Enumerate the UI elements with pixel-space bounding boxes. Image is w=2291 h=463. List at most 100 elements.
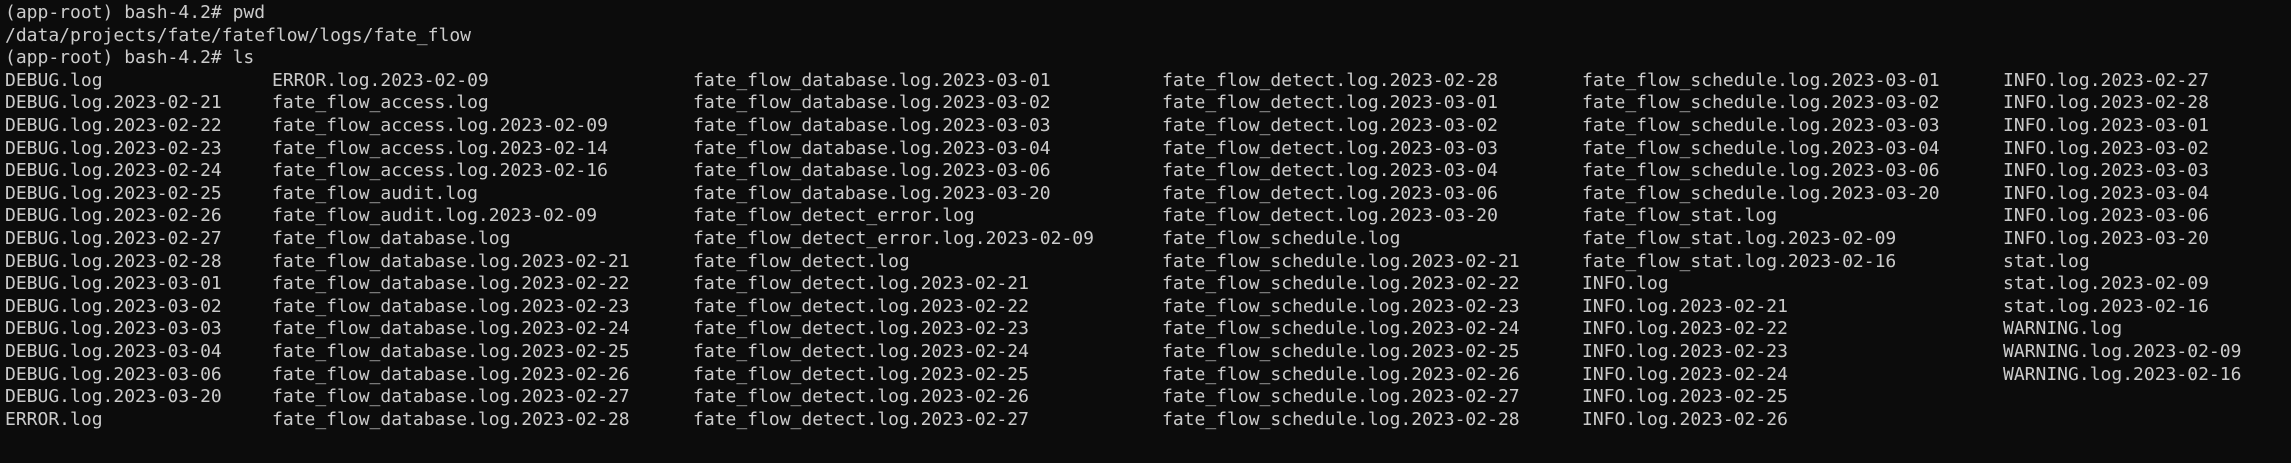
- file-name: DEBUG.log.2023-03-06: [5, 363, 222, 385]
- file-name: fate_flow_schedule.log: [1162, 227, 1401, 249]
- file-name: fate_flow_schedule.log.2023-03-02: [1582, 92, 1940, 114]
- file-name: fate_flow_database.log.2023-02-28: [272, 408, 630, 430]
- file-name: fate_flow_database.log: [272, 227, 511, 249]
- file-name: fate_flow_schedule.log.2023-02-26: [1162, 363, 1520, 385]
- file-name: fate_flow_database.log.2023-03-06: [693, 160, 1051, 182]
- file-name: fate_flow_detect.log.2023-02-21: [693, 273, 1029, 295]
- file-name: fate_flow_database.log.2023-03-01: [693, 69, 1051, 91]
- ls-row: DEBUG.log ERROR.log.2023-02-09 fate_flow_d…: [5, 70, 2291, 93]
- file-name: fate_flow_access.log.2023-02-16: [272, 160, 608, 182]
- file-name: INFO.log.2023-03-06: [2003, 205, 2209, 227]
- file-name: fate_flow_schedule.log.2023-02-22: [1162, 273, 1520, 295]
- file-name: DEBUG.log.2023-02-23: [5, 137, 222, 159]
- file-name: fate_flow_detect.log.2023-03-04: [1162, 160, 1498, 182]
- ls-row: DEBUG.log.2023-02-26 fate_flow_audit.log.…: [5, 205, 2291, 228]
- ls-row: DEBUG.log.2023-03-06 fate_flow_database.l…: [5, 364, 2291, 387]
- file-name: fate_flow_database.log.2023-03-04: [693, 137, 1051, 159]
- ls-row: DEBUG.log.2023-03-04 fate_flow_database.l…: [5, 341, 2291, 364]
- file-name: INFO.log.2023-03-20: [2003, 227, 2209, 249]
- file-name: DEBUG.log.2023-02-21: [5, 92, 222, 114]
- file-name: INFO.log: [1582, 273, 1669, 295]
- file-name: fate_flow_detect.log.2023-02-22: [693, 295, 1029, 317]
- file-name: INFO.log.2023-03-01: [2003, 114, 2209, 136]
- output-working-directory: /data/projects/fate/fateflow/logs/fate_f…: [5, 24, 471, 46]
- file-name: DEBUG.log.2023-02-27: [5, 227, 222, 249]
- file-name: fate_flow_detect.log.2023-02-24: [693, 340, 1029, 362]
- file-name: DEBUG.log.2023-02-25: [5, 182, 222, 204]
- file-name: fate_flow_detect.log.2023-02-28: [1162, 69, 1498, 91]
- file-name: fate_flow_schedule.log.2023-03-04: [1582, 137, 1940, 159]
- file-name: stat.log.2023-02-09: [2003, 273, 2209, 295]
- file-name: stat.log: [2003, 250, 2090, 272]
- file-name: fate_flow_detect.log.2023-02-23: [693, 318, 1029, 340]
- file-name: fate_flow_schedule.log.2023-02-25: [1162, 340, 1520, 362]
- file-name: DEBUG.log.2023-02-24: [5, 160, 222, 182]
- file-name: fate_flow_stat.log: [1582, 205, 1778, 227]
- file-name: DEBUG.log: [5, 69, 103, 91]
- file-name: fate_flow_access.log.2023-02-09: [272, 114, 608, 136]
- file-name: fate_flow_database.log.2023-02-23: [272, 295, 630, 317]
- file-name: INFO.log.2023-02-22: [1582, 318, 1788, 340]
- ls-row: DEBUG.log.2023-03-01 fate_flow_database.l…: [5, 273, 2291, 296]
- file-name: DEBUG.log.2023-02-26: [5, 205, 222, 227]
- file-name: DEBUG.log.2023-03-03: [5, 318, 222, 340]
- file-name: fate_flow_schedule.log.2023-02-23: [1162, 295, 1520, 317]
- file-name: DEBUG.log.2023-03-20: [5, 386, 222, 408]
- prompt-line-ls: (app-root) bash-4.2# ls: [5, 47, 255, 69]
- file-name: INFO.log.2023-02-23: [1582, 340, 1788, 362]
- file-name: fate_flow_detect.log.2023-03-20: [1162, 205, 1498, 227]
- file-name: fate_flow_detect_error.log.2023-02-09: [693, 227, 1094, 249]
- file-name: fate_flow_schedule.log.2023-02-28: [1162, 408, 1520, 430]
- file-name: fate_flow_stat.log.2023-02-16: [1582, 250, 1897, 272]
- file-name: fate_flow_schedule.log.2023-03-01: [1582, 69, 1940, 91]
- prompt-line-pwd: (app-root) bash-4.2# pwd: [5, 2, 266, 23]
- file-name: fate_flow_stat.log.2023-02-09: [1582, 227, 1897, 249]
- file-name: DEBUG.log.2023-02-22: [5, 114, 222, 136]
- file-name: fate_flow_audit.log: [272, 182, 478, 204]
- ls-row: DEBUG.log.2023-02-23 fate_flow_access.log…: [5, 138, 2291, 161]
- file-name: fate_flow_detect_error.log: [693, 205, 975, 227]
- file-name: fate_flow_detect.log.2023-02-26: [693, 386, 1029, 408]
- ls-row: DEBUG.log.2023-03-02 fate_flow_database.l…: [5, 296, 2291, 319]
- file-name: fate_flow_detect.log: [693, 250, 910, 272]
- ls-row: DEBUG.log.2023-02-27 fate_flow_database.l…: [5, 228, 2291, 251]
- file-name: DEBUG.log.2023-02-28: [5, 250, 222, 272]
- file-name: ERROR.log: [5, 408, 103, 430]
- file-name: fate_flow_database.log.2023-03-02: [693, 92, 1051, 114]
- file-name: fate_flow_detect.log.2023-03-01: [1162, 92, 1498, 114]
- file-name: fate_flow_access.log: [272, 92, 489, 114]
- file-name: DEBUG.log.2023-03-02: [5, 295, 222, 317]
- file-name: fate_flow_detect.log.2023-02-27: [693, 408, 1029, 430]
- file-name: fate_flow_detect.log.2023-03-06: [1162, 182, 1498, 204]
- ls-row: DEBUG.log.2023-03-03 fate_flow_database.l…: [5, 318, 2291, 341]
- ls-row: DEBUG.log.2023-02-28 fate_flow_database.l…: [5, 251, 2291, 274]
- file-name: fate_flow_database.log.2023-02-25: [272, 340, 630, 362]
- file-name: INFO.log.2023-03-04: [2003, 182, 2209, 204]
- file-name: fate_flow_database.log.2023-02-24: [272, 318, 630, 340]
- file-name: fate_flow_database.log.2023-03-03: [693, 114, 1051, 136]
- file-name: fate_flow_database.log.2023-02-27: [272, 386, 630, 408]
- file-name: WARNING.log.2023-02-16: [2003, 363, 2242, 385]
- file-name: fate_flow_detect.log.2023-02-25: [693, 363, 1029, 385]
- file-name: ERROR.log.2023-02-09: [272, 69, 489, 91]
- file-name: INFO.log.2023-02-27: [2003, 69, 2209, 91]
- file-name: fate_flow_schedule.log.2023-03-06: [1582, 160, 1940, 182]
- file-name: fate_flow_schedule.log.2023-02-24: [1162, 318, 1520, 340]
- file-name: INFO.log.2023-02-24: [1582, 363, 1788, 385]
- file-name: fate_flow_database.log.2023-02-26: [272, 363, 630, 385]
- file-name: INFO.log.2023-03-02: [2003, 137, 2209, 159]
- terminal-window[interactable]: (app-root) bash-4.2# pwd /data/projects/…: [0, 0, 2291, 463]
- file-name: fate_flow_access.log.2023-02-14: [272, 137, 608, 159]
- file-name: DEBUG.log.2023-03-01: [5, 273, 222, 295]
- file-name: fate_flow_schedule.log.2023-03-20: [1582, 182, 1940, 204]
- ls-row: DEBUG.log.2023-02-21 fate_flow_access.log…: [5, 92, 2291, 115]
- file-name: INFO.log.2023-02-25: [1582, 386, 1788, 408]
- file-name: INFO.log.2023-02-21: [1582, 295, 1788, 317]
- file-name: WARNING.log.2023-02-09: [2003, 340, 2242, 362]
- file-name: INFO.log.2023-02-26: [1582, 408, 1788, 430]
- ls-row: DEBUG.log.2023-02-22 fate_flow_access.log…: [5, 115, 2291, 138]
- file-name: fate_flow_audit.log.2023-02-09: [272, 205, 598, 227]
- ls-output: DEBUG.log ERROR.log.2023-02-09 fate_flow_d…: [5, 70, 2291, 432]
- file-name: fate_flow_database.log.2023-02-21: [272, 250, 630, 272]
- file-name: stat.log.2023-02-16: [2003, 295, 2209, 317]
